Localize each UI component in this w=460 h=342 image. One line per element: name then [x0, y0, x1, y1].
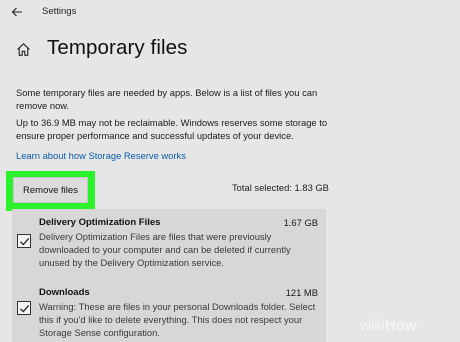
list-item: Delivery Optimization Files 1.67 GB Deli…	[12, 209, 326, 279]
home-icon[interactable]	[16, 42, 31, 57]
item-name: Downloads	[39, 287, 90, 298]
delivery-optimization-checkbox[interactable]	[17, 234, 31, 248]
item-name: Delivery Optimization Files	[39, 217, 161, 228]
checkmark-icon	[20, 304, 30, 313]
downloads-checkbox[interactable]	[17, 301, 31, 315]
back-arrow-icon[interactable]	[10, 5, 24, 19]
checkmark-icon	[20, 237, 30, 246]
page-title: Temporary files	[47, 36, 188, 59]
title-bar: Settings	[0, 0, 460, 26]
list-item: Downloads 121 MB Warning: These are file…	[12, 279, 326, 342]
watermark-wiki: wiki	[360, 317, 385, 334]
item-description: Delivery Optimization Files are files th…	[39, 231, 291, 268]
wikihow-watermark: wikiHow	[360, 317, 417, 334]
file-list: Delivery Optimization Files 1.67 GB Deli…	[12, 209, 326, 342]
watermark-how: How	[385, 317, 417, 334]
storage-reserve-link[interactable]: Learn about how Storage Reserve works	[16, 150, 186, 161]
total-selected: Total selected: 1.83 GB	[232, 182, 329, 193]
item-size: 121 MB	[285, 287, 318, 298]
reserve-note: Up to 36.9 MB may not be reclaimable. Wi…	[16, 117, 328, 141]
item-description: Warning: These are files in your persona…	[39, 301, 316, 338]
app-title: Settings	[42, 6, 77, 17]
remove-files-button[interactable]: Remove files	[13, 177, 88, 203]
intro-text: Some temporary files are needed by apps.…	[16, 87, 318, 111]
item-size: 1.67 GB	[283, 217, 318, 228]
